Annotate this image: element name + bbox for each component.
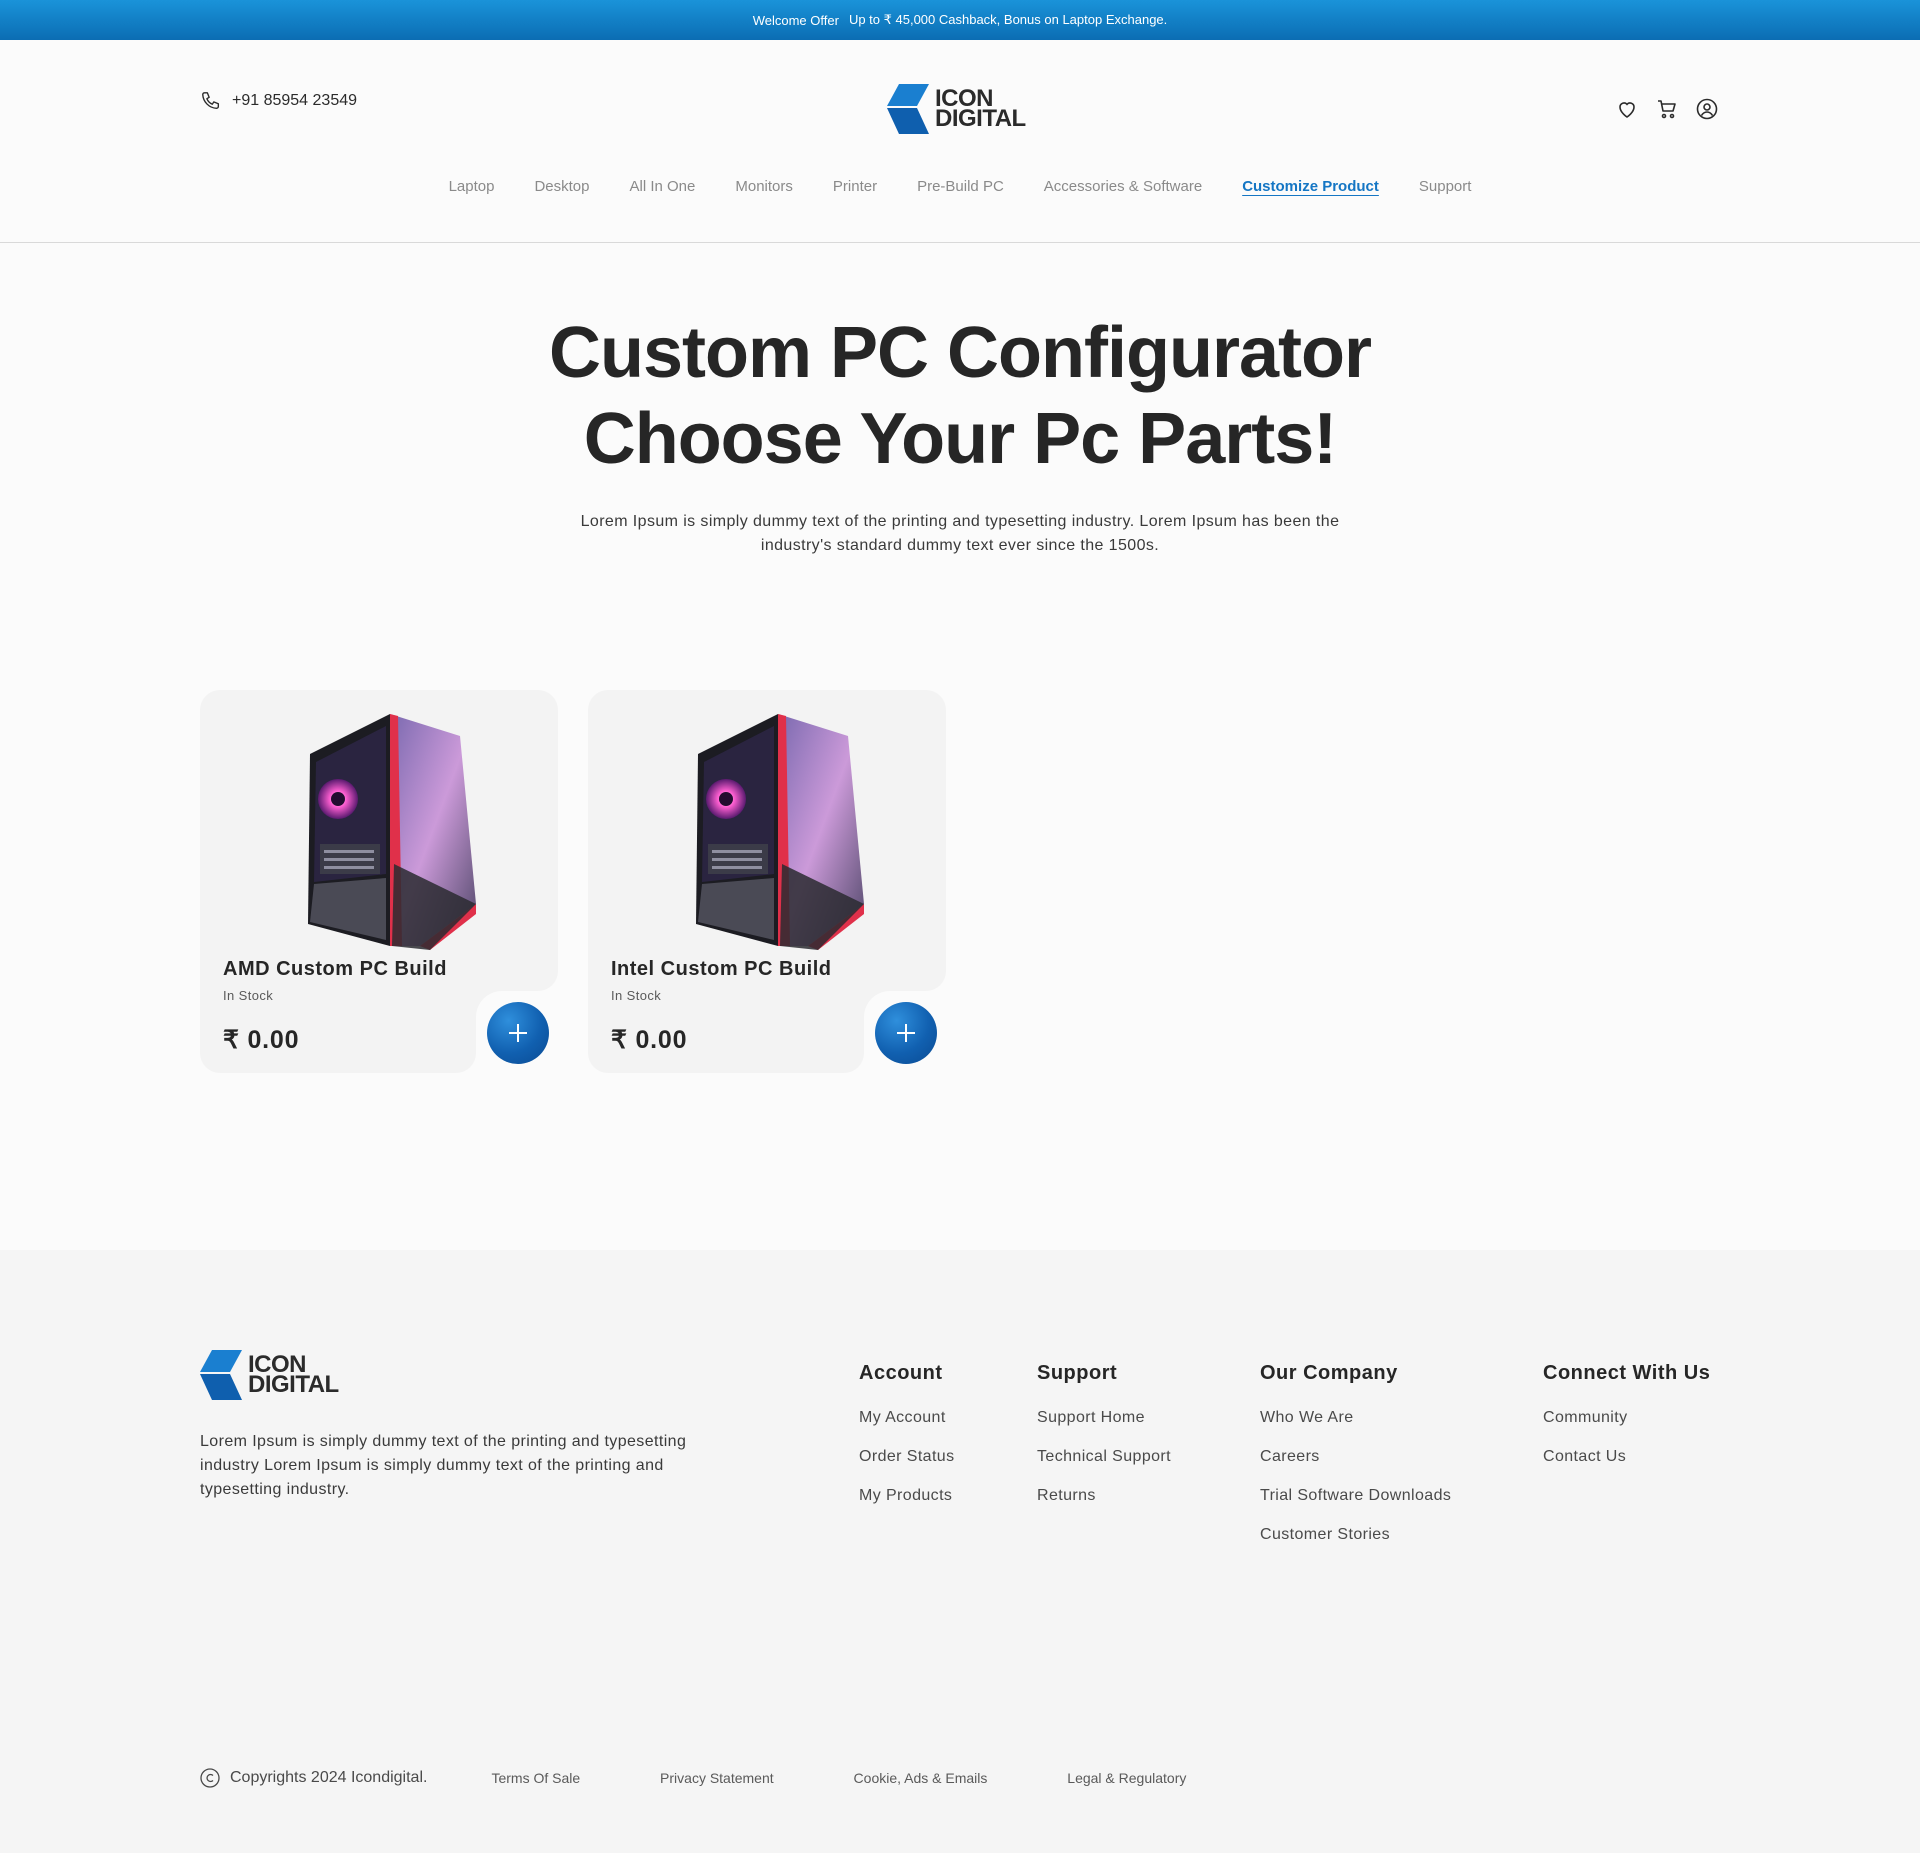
footer-column-title: Support (1037, 1362, 1118, 1384)
offer-title: Welcome Offer (752, 12, 839, 28)
footer-column-company: Our Company Who We Are Careers Trial Sof… (1260, 1362, 1451, 1565)
header-logo[interactable]: ICON DIGITAL (887, 84, 1026, 134)
footer-link-contact-us[interactable]: Contact Us (1543, 1448, 1710, 1467)
product-name[interactable]: AMD Custom PC Build (223, 958, 447, 981)
stock-status: In Stock (611, 988, 662, 1003)
footer-link-technical-support[interactable]: Technical Support (1037, 1448, 1171, 1467)
footer-link-community[interactable]: Community (1543, 1409, 1710, 1428)
footer-link-returns[interactable]: Returns (1037, 1487, 1171, 1506)
add-to-build-button[interactable] (487, 1002, 549, 1064)
footer-column-account: Account My Account Order Status My Produ… (859, 1362, 955, 1526)
footer-link-careers[interactable]: Careers (1260, 1448, 1451, 1467)
hero-section: Custom PC Configurator Choose Your Pc Pa… (0, 310, 1920, 558)
cart-icon[interactable] (1654, 96, 1680, 122)
page-title-line1: Custom PC Configurator (549, 313, 1372, 393)
legal-links: Terms Of Sale Privacy Statement Cookie, … (491, 1770, 1262, 1786)
nav-customize-product[interactable]: Customize Product (1222, 178, 1399, 195)
product-card[interactable]: AMD Custom PC Build In Stock ₹ 0.00 (200, 690, 558, 1073)
product-price: ₹ 0.00 (223, 1026, 300, 1054)
legal-link-terms[interactable]: Terms Of Sale (491, 1770, 580, 1786)
footer-column-title: Connect With Us (1543, 1362, 1711, 1384)
nav-all-in-one[interactable]: All In One (609, 178, 715, 195)
footer-column-title: Our Company (1260, 1362, 1398, 1384)
legal-link-regulatory[interactable]: Legal & Regulatory (1067, 1770, 1186, 1786)
site-footer: ICON DIGITAL Lorem Ipsum is simply dummy… (0, 1250, 1920, 1853)
legal-link-cookies[interactable]: Cookie, Ads & Emails (854, 1770, 988, 1786)
site-header: +91 85954 23549 ICON DIGITAL Laptop Desk… (0, 40, 1920, 243)
footer-link-support-home[interactable]: Support Home (1037, 1409, 1171, 1428)
phone-contact[interactable]: +91 85954 23549 (200, 90, 357, 112)
plus-icon (509, 1024, 527, 1042)
main-nav: Laptop Desktop All In One Monitors Print… (0, 178, 1920, 195)
footer-bottom-bar: Copyrights 2024 Icondigital. Terms Of Sa… (200, 1768, 1262, 1788)
phone-number: +91 85954 23549 (232, 92, 358, 109)
footer-link-who-we-are[interactable]: Who We Are (1260, 1409, 1451, 1428)
footer-logo[interactable]: ICON DIGITAL (200, 1350, 339, 1400)
footer-link-order-status[interactable]: Order Status (859, 1448, 955, 1467)
nav-accessories-software[interactable]: Accessories & Software (1024, 178, 1222, 195)
product-name[interactable]: Intel Custom PC Build (611, 958, 832, 981)
user-icon[interactable] (1694, 96, 1720, 122)
logo-line2: DIGITAL (935, 105, 1026, 132)
nav-support[interactable]: Support (1399, 178, 1492, 195)
nav-printer[interactable]: Printer (813, 178, 897, 195)
header-actions (1614, 96, 1720, 122)
heart-icon[interactable] (1614, 96, 1640, 122)
offer-bar: Welcome Offer Up to ₹ 45,000 Cashback, B… (0, 0, 1920, 40)
logo-line2: DIGITAL (248, 1371, 339, 1398)
footer-column-title: Account (859, 1362, 943, 1384)
logo-mark-icon (200, 1350, 242, 1400)
nav-laptop[interactable]: Laptop (429, 178, 515, 195)
footer-link-my-account[interactable]: My Account (859, 1409, 955, 1428)
copyright-text: Copyrights 2024 Icondigital. (230, 1769, 428, 1786)
footer-link-my-products[interactable]: My Products (859, 1487, 955, 1506)
page-title-line2: Choose Your Pc Parts! (583, 399, 1338, 479)
copyright-icon (200, 1768, 220, 1788)
hero-description: Lorem Ipsum is simply dummy text of the … (580, 513, 1340, 554)
page-title: Custom PC Configurator Choose Your Pc Pa… (0, 310, 1920, 482)
copyright: Copyrights 2024 Icondigital. (200, 1768, 427, 1788)
plus-icon (897, 1024, 915, 1042)
logo-mark-icon (887, 84, 929, 134)
nav-monitors[interactable]: Monitors (715, 178, 813, 195)
add-to-build-button[interactable] (875, 1002, 937, 1064)
nav-pre-build-pc[interactable]: Pre-Build PC (897, 178, 1024, 195)
footer-column-support: Support Support Home Technical Support R… (1037, 1362, 1171, 1526)
footer-column-connect: Connect With Us Community Contact Us (1543, 1362, 1710, 1487)
product-card[interactable]: Intel Custom PC Build In Stock ₹ 0.00 (588, 690, 946, 1073)
product-price: ₹ 0.00 (611, 1026, 688, 1054)
phone-icon (202, 92, 220, 110)
footer-link-trial-downloads[interactable]: Trial Software Downloads (1260, 1487, 1451, 1506)
footer-description: Lorem Ipsum is simply dummy text of the … (200, 1433, 687, 1498)
legal-link-privacy[interactable]: Privacy Statement (660, 1770, 774, 1786)
pc-case-image (696, 714, 864, 950)
pc-case-image (308, 714, 476, 950)
nav-desktop[interactable]: Desktop (514, 178, 609, 195)
stock-status: In Stock (223, 988, 274, 1003)
footer-link-customer-stories[interactable]: Customer Stories (1260, 1526, 1451, 1545)
offer-text: Up to ₹ 45,000 Cashback, Bonus on Laptop… (848, 12, 1168, 27)
